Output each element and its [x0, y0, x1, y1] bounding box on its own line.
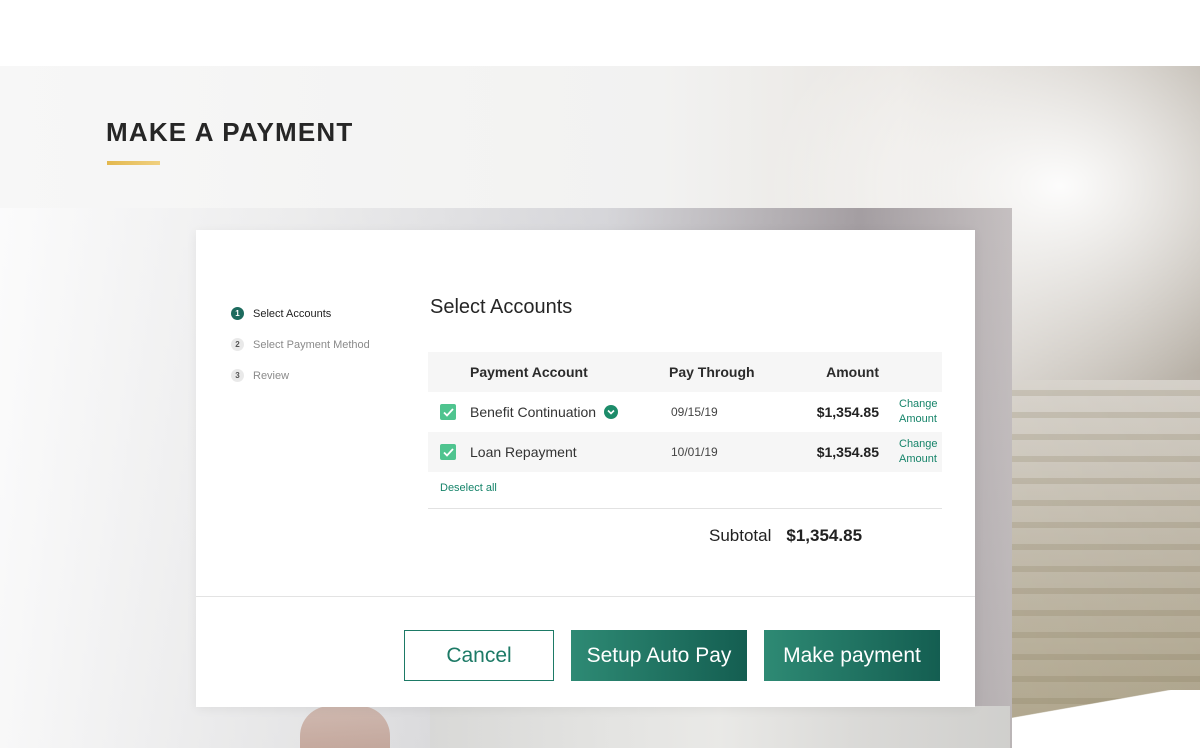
card-divider	[196, 596, 975, 597]
account-name: Benefit Continuation	[470, 404, 597, 420]
step-select-payment-method[interactable]: 2 Select Payment Method	[231, 329, 370, 360]
page-title: MAKE A PAYMENT	[106, 117, 354, 147]
background-cup	[300, 706, 390, 748]
step-select-accounts[interactable]: 1 Select Accounts	[231, 298, 370, 329]
account-cell: Loan Repayment	[428, 444, 669, 460]
deselect-all-link[interactable]: Deselect all	[440, 482, 942, 508]
amount-value: $1,354.85	[816, 444, 879, 460]
setup-auto-pay-button[interactable]: Setup Auto Pay	[571, 630, 747, 681]
top-banner	[0, 0, 1200, 66]
subtotal: Subtotal $1,354.85	[709, 526, 862, 546]
header-amount: Amount	[826, 364, 879, 380]
background-edge	[1012, 690, 1200, 748]
change-amount-link[interactable]: Change Amount	[879, 397, 942, 427]
account-checkbox[interactable]	[440, 404, 456, 420]
pay-through-date: 09/15/19	[671, 405, 718, 419]
step-label: Select Accounts	[253, 307, 332, 320]
account-name: Loan Repayment	[470, 444, 577, 460]
table-row: Loan Repayment 10/01/19 $1,354.85 Change…	[428, 432, 942, 472]
table-divider	[428, 508, 942, 509]
table-row: Benefit Continuation 09/15/19 $1,354.85 …	[428, 392, 942, 432]
account-checkbox[interactable]	[440, 444, 456, 460]
title-underline	[107, 161, 160, 165]
step-number: 1	[231, 307, 244, 320]
account-cell: Benefit Continuation	[428, 404, 669, 420]
subtotal-value: $1,354.85	[786, 526, 863, 545]
change-amount-link[interactable]: Change Amount	[879, 437, 942, 467]
step-list: 1 Select Accounts 2 Select Payment Metho…	[231, 298, 370, 391]
pay-through-date: 10/01/19	[671, 445, 718, 459]
make-payment-button[interactable]: Make payment	[764, 630, 940, 681]
subtotal-label: Subtotal	[709, 526, 772, 545]
check-icon	[442, 447, 454, 457]
amount-value: $1,354.85	[816, 404, 879, 420]
chevron-down-icon[interactable]	[604, 405, 619, 419]
payment-card: 1 Select Accounts 2 Select Payment Metho…	[196, 230, 975, 707]
step-label: Select Payment Method	[253, 338, 370, 351]
step-number: 3	[231, 369, 244, 382]
step-number: 2	[231, 338, 244, 351]
section-title: Select Accounts	[430, 296, 573, 318]
cancel-button[interactable]: Cancel	[404, 630, 554, 681]
accounts-table: Payment Account Pay Through Amount Benef…	[428, 352, 942, 509]
check-icon	[442, 407, 454, 417]
background-cloth	[430, 706, 1010, 748]
step-label: Review	[253, 369, 290, 382]
header-payment-account: Payment Account	[470, 364, 588, 380]
table-header: Payment Account Pay Through Amount	[428, 352, 942, 392]
header-pay-through: Pay Through	[669, 364, 755, 380]
step-review[interactable]: 3 Review	[231, 360, 370, 391]
